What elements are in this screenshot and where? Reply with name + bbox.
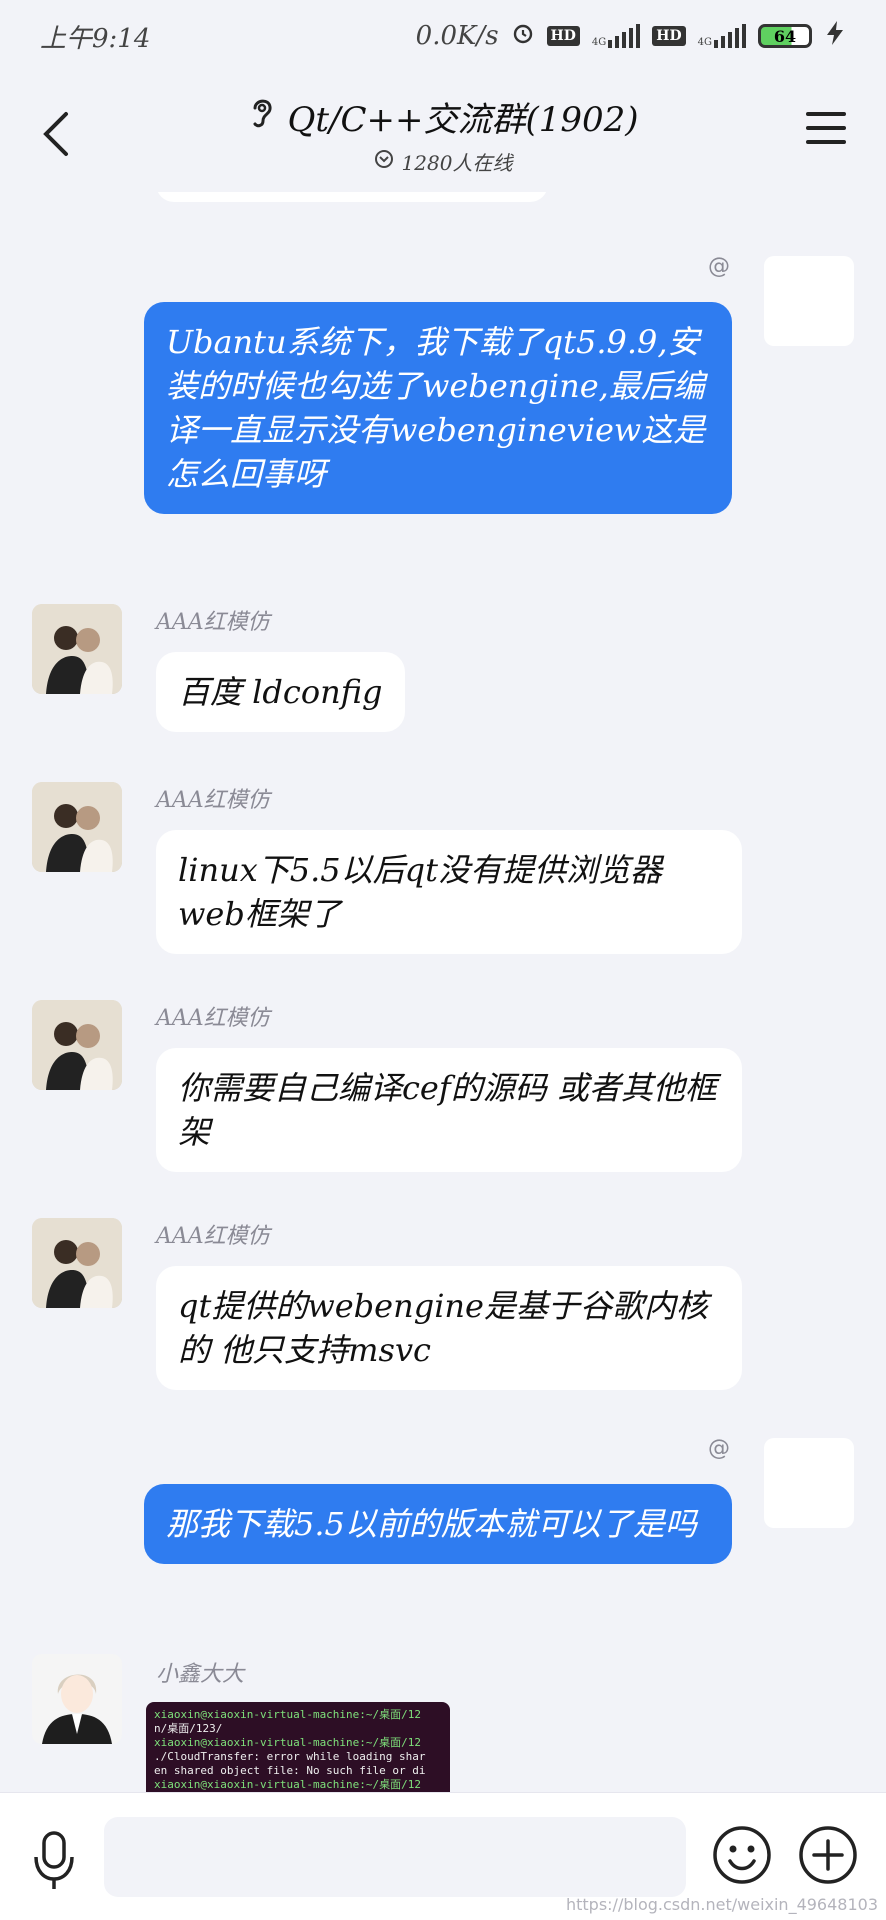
smiley-icon — [713, 1826, 771, 1884]
terminal-line: ./CloudTransfer: error while loading sha… — [154, 1750, 426, 1763]
sender-name: AAA红模仿 — [156, 1224, 270, 1249]
charging-icon — [824, 20, 846, 53]
mention-icon: @ — [708, 254, 730, 279]
message-bubble-incoming[interactable]: qt提供的webengine是基于谷歌内核的 他只支持msvc — [156, 1266, 742, 1390]
message-bubble-incoming[interactable]: 你需要自己编译cef的源码 或者其他框架 — [156, 1048, 742, 1172]
image-message[interactable]: xiaoxin@xiaoxin-virtual-machine:~/桌面/12 … — [146, 1702, 450, 1792]
signal-icon: 4G — [591, 24, 641, 48]
input-bar: https://blog.csdn.net/weixin_49648103 — [0, 1792, 886, 1920]
network-type-2: 4G — [697, 37, 712, 48]
microphone-icon — [34, 1831, 74, 1889]
avatar[interactable] — [32, 1218, 122, 1308]
clock: 上午9:14 — [40, 23, 151, 54]
avatar[interactable] — [32, 782, 122, 872]
avatar-illustration — [32, 1654, 122, 1744]
avatar[interactable] — [32, 604, 122, 694]
network-speed: 0.0K/s — [415, 21, 499, 51]
battery-indicator: 64 — [758, 24, 812, 48]
previous-message-bubble — [156, 192, 548, 202]
add-button[interactable] — [796, 1823, 860, 1887]
sender-name: AAA红模仿 — [156, 788, 270, 813]
sender-name: AAA红模仿 — [156, 610, 270, 635]
header-title-area[interactable]: Qt/C++交流群(1902) 1280人在线 — [0, 92, 886, 176]
voice-button[interactable] — [30, 1829, 78, 1893]
avatar-photo — [32, 604, 122, 694]
chevron-down-circle-icon — [374, 149, 394, 174]
terminal-line: xiaoxin@xiaoxin-virtual-machine:~/桌面/12 — [154, 1708, 422, 1721]
menu-icon — [806, 112, 846, 116]
online-count: 1280人在线 — [401, 151, 513, 175]
message-list[interactable]: @ Ubantu系统下，我下载了qt5.9.9,安装的时候也勾选了webengi… — [0, 192, 886, 1792]
message-input[interactable] — [104, 1817, 686, 1897]
message-bubble-incoming[interactable]: linux下5.5以后qt没有提供浏览器web框架了 — [156, 830, 742, 954]
alarm-icon — [511, 21, 535, 52]
signal-icon-2: 4G — [698, 24, 746, 48]
avatar[interactable] — [32, 1654, 122, 1744]
message-bubble-outgoing[interactable]: Ubantu系统下，我下载了qt5.9.9,安装的时候也勾选了webengine… — [144, 302, 732, 514]
message-bubble-outgoing[interactable]: 那我下载5.5以前的版本就可以了是吗 — [144, 1484, 732, 1564]
watermark: https://blog.csdn.net/weixin_49648103 — [565, 1895, 878, 1914]
avatar[interactable] — [32, 1000, 122, 1090]
avatar-photo — [32, 1218, 122, 1308]
ear-icon — [247, 94, 277, 139]
terminal-line: en shared object file: No such file or d… — [154, 1764, 426, 1777]
menu-button[interactable] — [806, 112, 846, 148]
mention-icon: @ — [708, 1436, 730, 1461]
terminal-line: n/桌面/123/ — [154, 1722, 223, 1735]
terminal-line: xiaoxin@xiaoxin-virtual-machine:~/桌面/12 — [154, 1736, 422, 1749]
message-bubble-incoming[interactable]: 百度 ldconfig — [156, 652, 405, 732]
sender-name: AAA红模仿 — [156, 1006, 270, 1031]
status-bar: 上午9:14 0.0K/s HD 4G HD 4G 64 — [0, 0, 886, 72]
network-type: 4G — [591, 37, 607, 48]
avatar-photo — [32, 1000, 122, 1090]
chat-header: Qt/C++交流群(1902) 1280人在线 — [0, 72, 886, 192]
sender-name: 小鑫大大 — [156, 1662, 245, 1687]
terminal-line: xiaoxin@xiaoxin-virtual-machine:~/桌面/12 — [154, 1778, 422, 1791]
avatar[interactable] — [764, 1438, 854, 1528]
emoji-button[interactable] — [710, 1823, 774, 1887]
hd-badge: HD — [546, 26, 580, 46]
plus-icon — [799, 1826, 857, 1884]
page-title: Qt/C++交流群(1902) — [287, 100, 639, 140]
status-icons: 0.0K/s HD 4G HD 4G 64 — [416, 20, 846, 53]
avatar-photo — [32, 782, 122, 872]
avatar[interactable] — [764, 256, 854, 346]
hd-badge-2: HD — [652, 26, 686, 46]
